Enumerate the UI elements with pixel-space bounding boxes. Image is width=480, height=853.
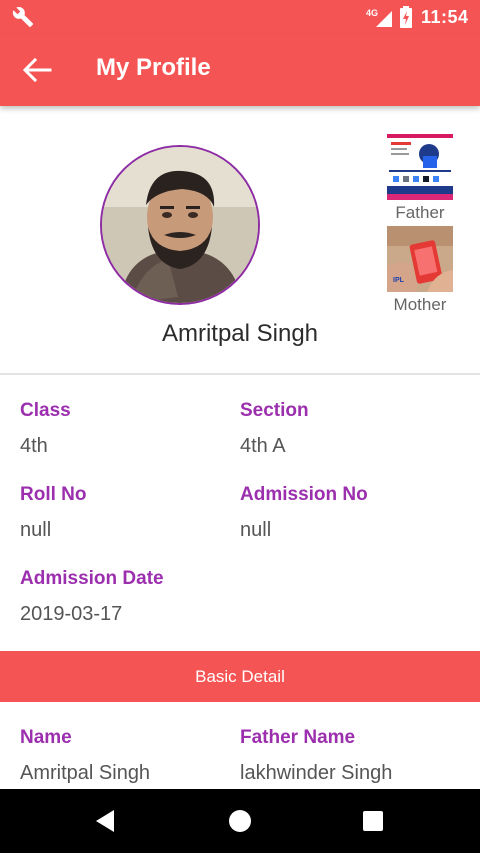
recents-square-icon[interactable] bbox=[359, 807, 387, 835]
admission-no-value: null bbox=[240, 519, 272, 541]
admission-date-label: Admission Date bbox=[20, 568, 164, 589]
admission-date-value: 2019-03-17 bbox=[20, 603, 123, 625]
avatar[interactable] bbox=[100, 145, 260, 305]
battery-icon bbox=[400, 6, 412, 28]
admission-no-label: Admission No bbox=[240, 484, 368, 505]
svg-text:IPL: IPL bbox=[393, 277, 405, 284]
father-photo-thumbnail[interactable] bbox=[387, 134, 453, 200]
mother-photo: IPL bbox=[387, 226, 453, 292]
father-name-value: lakhwinder Singh bbox=[240, 762, 393, 784]
arrow-left-icon[interactable] bbox=[20, 56, 54, 84]
signal-icon: 4G bbox=[366, 8, 392, 27]
section-value: 4th A bbox=[240, 435, 286, 457]
father-photo bbox=[387, 134, 453, 200]
class-value: 4th bbox=[20, 435, 48, 457]
class-label: Class bbox=[20, 400, 71, 421]
back-triangle-icon[interactable] bbox=[92, 807, 120, 835]
name-value: Amritpal Singh bbox=[20, 762, 151, 784]
home-circle-icon[interactable] bbox=[226, 807, 254, 835]
app-bar: My Profile bbox=[0, 34, 480, 106]
student-name: Amritpal Singh bbox=[161, 320, 319, 347]
mother-photo-thumbnail[interactable]: IPL bbox=[387, 226, 453, 292]
father-label: Father bbox=[395, 203, 445, 222]
profile-header: Father IPL Mother Amritpal Singh bbox=[0, 106, 480, 372]
student-photo bbox=[102, 147, 258, 303]
name-label: Name bbox=[20, 727, 72, 748]
svg-text:4G: 4G bbox=[366, 8, 378, 18]
roll-no-label: Roll No bbox=[20, 484, 87, 505]
section-label: Section bbox=[240, 400, 309, 421]
page-title: My Profile bbox=[96, 54, 211, 81]
father-name-label: Father Name bbox=[240, 727, 356, 748]
wrench-icon bbox=[12, 7, 34, 28]
status-bar: 4G 11:54 bbox=[0, 0, 480, 34]
roll-no-value: null bbox=[20, 519, 52, 541]
mother-label: Mother bbox=[393, 295, 447, 314]
section-divider bbox=[0, 373, 480, 375]
basic-detail-header: Basic Detail bbox=[0, 651, 480, 702]
system-nav-bar bbox=[0, 789, 480, 853]
status-time: 11:54 bbox=[421, 7, 469, 27]
